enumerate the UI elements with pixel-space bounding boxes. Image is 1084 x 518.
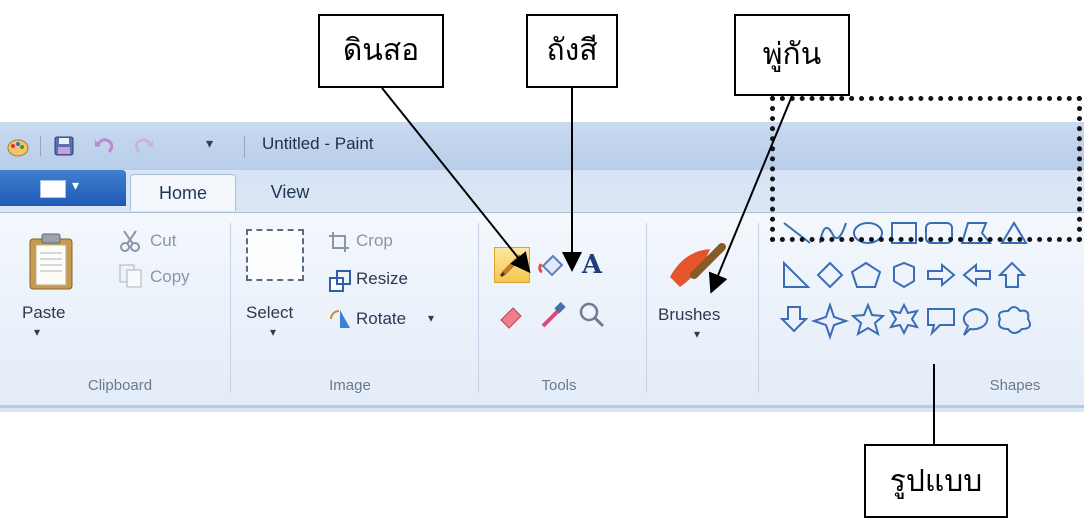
undo-icon[interactable] — [92, 134, 116, 158]
paint-menu-button[interactable]: ▾ — [0, 170, 126, 206]
crop-icon — [329, 232, 349, 252]
select-button[interactable]: Select — [246, 303, 293, 323]
group-separator — [646, 223, 647, 393]
toolbar-separator — [244, 136, 245, 158]
brushes-button[interactable]: Brushes — [658, 305, 720, 325]
cut-button[interactable]: Cut — [150, 231, 176, 251]
crop-button[interactable]: Crop — [356, 231, 393, 251]
tab-view[interactable]: View — [250, 174, 330, 210]
chevron-down-icon: ▾ — [72, 178, 80, 194]
fill-bucket-icon — [538, 254, 564, 277]
resize-icon — [329, 270, 351, 292]
group-label-tools: Tools — [541, 377, 577, 394]
toolbar-separator — [40, 136, 41, 156]
eraser-tool-button[interactable] — [494, 297, 530, 333]
eraser-icon — [500, 307, 522, 329]
chevron-down-icon[interactable]: ▾ — [428, 311, 434, 325]
fill-tool-button[interactable] — [534, 247, 570, 283]
select-icon[interactable] — [246, 229, 304, 281]
rotate-button[interactable]: Rotate — [356, 309, 406, 329]
tab-home[interactable]: Home — [130, 174, 236, 211]
group-label-shapes: Shapes — [989, 377, 1041, 394]
pencil-tool-button[interactable] — [494, 247, 530, 283]
menu-icon — [40, 180, 66, 198]
callout-shapes: รูปแบบ — [864, 444, 1008, 518]
copy-button[interactable]: Copy — [150, 267, 190, 287]
brush-icon[interactable] — [664, 231, 730, 297]
redo-icon[interactable] — [132, 134, 156, 158]
shapes-highlight-box — [770, 96, 1082, 242]
paste-icon[interactable] — [26, 231, 76, 291]
paint-app-icon[interactable] — [6, 134, 30, 158]
window-title: Untitled - Paint — [262, 134, 374, 153]
group-label-clipboard: Clipboard — [87, 377, 153, 394]
callout-pencil: ดินสอ — [318, 14, 444, 88]
resize-button[interactable]: Resize — [356, 269, 408, 289]
group-separator — [478, 223, 479, 393]
rotate-icon — [330, 310, 350, 328]
color-picker-icon — [541, 302, 566, 328]
callout-fill: ถังสี — [526, 14, 618, 88]
chevron-down-icon[interactable]: ▾ — [694, 327, 700, 341]
customize-dropdown-icon[interactable]: ▾ — [206, 136, 222, 160]
paste-button[interactable]: Paste — [22, 303, 65, 323]
group-separator — [230, 223, 231, 393]
color-picker-tool-button[interactable] — [534, 297, 570, 333]
magnifier-tool-button[interactable] — [574, 297, 610, 333]
text-tool-button[interactable]: A — [574, 247, 610, 283]
callout-brush: พู่กัน — [734, 14, 850, 96]
group-separator — [758, 223, 759, 393]
scissors-icon — [120, 230, 140, 252]
pencil-icon — [499, 254, 523, 278]
magnifier-icon — [579, 302, 605, 328]
chevron-down-icon[interactable]: ▾ — [270, 325, 276, 339]
chevron-down-icon[interactable]: ▾ — [34, 325, 40, 339]
save-icon[interactable] — [52, 134, 76, 158]
group-label-image: Image — [329, 377, 371, 394]
copy-icon — [119, 264, 142, 288]
